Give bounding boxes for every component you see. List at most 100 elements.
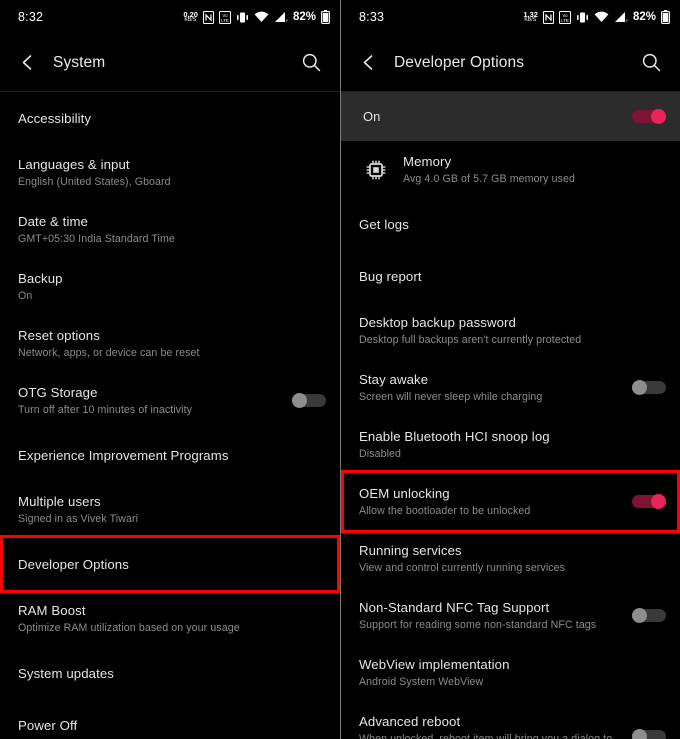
settings-row-toggle[interactable] — [632, 729, 666, 739]
switch-thumb — [651, 494, 666, 509]
wifi-icon — [254, 11, 269, 23]
volte-icon: Vo LTE — [558, 10, 571, 24]
settings-row-title: Backup — [18, 271, 63, 286]
settings-row[interactable]: RAM Boost Optimize RAM utilization based … — [0, 590, 340, 647]
settings-row-title: Reset options — [18, 328, 100, 343]
settings-row[interactable]: OEM unlocking Allow the bootloader to be … — [341, 473, 680, 530]
settings-row-text: Accessibility — [18, 110, 326, 127]
settings-row[interactable]: WebView implementation Android System Web… — [341, 644, 680, 701]
nfc-icon — [542, 10, 554, 24]
svg-text:R: R — [286, 18, 288, 23]
settings-row-title: OTG Storage — [18, 385, 98, 400]
settings-row[interactable]: Get logs — [341, 198, 680, 250]
signal-icon: R — [614, 11, 628, 23]
developer-options-master-toggle-row[interactable]: On — [341, 92, 680, 141]
settings-row-toggle[interactable] — [632, 608, 666, 623]
back-icon[interactable] — [14, 50, 40, 76]
settings-row[interactable]: Reset options Network, apps, or device ca… — [0, 315, 340, 372]
settings-row[interactable]: System updates — [0, 647, 340, 699]
settings-row[interactable]: OTG Storage Turn off after 10 minutes of … — [0, 372, 340, 429]
network-speed-unit: KB/S — [184, 17, 197, 23]
switch-thumb — [632, 380, 647, 395]
settings-row-text: Date & time GMT+05:30 India Standard Time — [18, 213, 326, 246]
settings-row-title: Power Off — [18, 717, 78, 733]
settings-list-right: Memory Avg 4.0 GB of 5.7 GB memory used Ge… — [341, 141, 680, 739]
master-toggle-label: On — [363, 109, 381, 124]
page-title: System — [53, 53, 106, 71]
switch-thumb — [292, 393, 307, 408]
settings-row-title: Advanced reboot — [359, 714, 461, 729]
status-time: 8:32 — [18, 10, 44, 24]
settings-row[interactable]: Date & time GMT+05:30 India Standard Time — [0, 201, 340, 258]
svg-text:LTE: LTE — [221, 18, 229, 23]
settings-row-subtitle: Support for reading some non-standard NF… — [359, 619, 597, 631]
status-bar-left: 8:32 0.20 KB/S Vo LTE R 82% — [0, 0, 340, 34]
search-icon[interactable] — [638, 50, 664, 76]
settings-row[interactable]: Advanced reboot When unlocked, reboot ite… — [341, 701, 680, 739]
settings-row-title: Multiple users — [18, 494, 101, 509]
settings-row[interactable]: Enable Bluetooth HCI snoop log Disabled — [341, 416, 680, 473]
settings-row[interactable]: Power Off — [0, 699, 340, 739]
settings-row[interactable]: Bug report — [341, 250, 680, 302]
settings-row[interactable]: Languages & input English (United States)… — [0, 144, 340, 201]
settings-row-text: Power Off — [18, 717, 326, 734]
settings-row[interactable]: Stay awake Screen will never sleep while … — [341, 359, 680, 416]
settings-row-subtitle: On — [18, 290, 33, 302]
network-speed-indicator: 1.32 KB/S — [523, 10, 538, 24]
settings-row[interactable]: Accessibility — [0, 92, 340, 144]
battery-percent-label: 82% — [292, 11, 316, 23]
back-icon[interactable] — [355, 50, 381, 76]
search-icon[interactable] — [298, 50, 324, 76]
settings-row-text: Developer Options — [18, 556, 326, 573]
settings-row-text: Multiple users Signed in as Vivek Tiwari — [18, 493, 326, 526]
settings-row-title: Non-Standard NFC Tag Support — [359, 600, 550, 615]
memory-chip-icon — [355, 159, 397, 181]
settings-row-title: Get logs — [359, 216, 409, 232]
left-phone-screen: 8:32 0.20 KB/S Vo LTE R 82% System Acces… — [0, 0, 340, 739]
settings-row-title: Languages & input — [18, 157, 130, 172]
settings-row-text: Reset options Network, apps, or device ca… — [18, 327, 326, 360]
settings-row-title: Date & time — [18, 214, 88, 229]
settings-row-subtitle: Android System WebView — [359, 676, 484, 688]
settings-row[interactable]: Memory Avg 4.0 GB of 5.7 GB memory used — [341, 141, 680, 198]
settings-row-title: Accessibility — [18, 110, 92, 126]
settings-row-text: Running services View and control current… — [359, 542, 666, 575]
settings-row-title: Running services — [359, 543, 462, 558]
settings-row-toggle[interactable] — [292, 393, 326, 408]
settings-row[interactable]: Multiple users Signed in as Vivek Tiwari — [0, 481, 340, 538]
settings-row[interactable]: Desktop backup password Desktop full back… — [341, 302, 680, 359]
status-bar-right: 8:33 1.32 KB/S Vo LTE 82% — [341, 0, 680, 34]
settings-row-subtitle: Optimize RAM utilization based on your u… — [18, 622, 240, 634]
app-bar-right: Developer Options — [341, 34, 680, 92]
settings-row-text: Languages & input English (United States)… — [18, 156, 326, 189]
settings-row-text: System updates — [18, 665, 326, 682]
switch-thumb — [632, 729, 647, 739]
settings-row-subtitle: Allow the bootloader to be unlocked — [359, 505, 531, 517]
settings-row-title: Bug report — [359, 268, 422, 284]
settings-row-title: RAM Boost — [18, 603, 86, 618]
status-time: 8:33 — [359, 10, 385, 24]
settings-row-title: Developer Options — [18, 556, 129, 572]
settings-row-toggle[interactable] — [632, 494, 666, 509]
volte-icon: Vo LTE — [218, 10, 231, 24]
settings-row-toggle[interactable] — [632, 380, 666, 395]
settings-row-subtitle: Turn off after 10 minutes of inactivity — [18, 404, 193, 416]
settings-row[interactable]: Running services View and control current… — [341, 530, 680, 587]
dual-screenshot-container: 8:32 0.20 KB/S Vo LTE R 82% System Acces… — [0, 0, 680, 739]
app-bar-left: System — [0, 34, 340, 92]
settings-row[interactable]: Developer Options — [0, 538, 340, 590]
network-speed-indicator: 0.20 KB/S — [183, 10, 198, 24]
settings-row[interactable]: Non-Standard NFC Tag Support Support for … — [341, 587, 680, 644]
settings-row-text: Bug report — [359, 268, 666, 285]
settings-row-text: Enable Bluetooth HCI snoop log Disabled — [359, 428, 666, 461]
settings-row[interactable]: Experience Improvement Programs — [0, 429, 340, 481]
settings-row[interactable]: Backup On — [0, 258, 340, 315]
settings-row-text: Advanced reboot When unlocked, reboot ite… — [359, 713, 622, 739]
settings-list-left: Accessibility Languages & input English (U… — [0, 92, 340, 739]
network-speed-unit: KB/S — [524, 17, 537, 23]
master-toggle-switch[interactable] — [632, 109, 666, 124]
page-title: Developer Options — [394, 53, 525, 71]
signal-icon: R — [274, 11, 288, 23]
settings-row-text: Stay awake Screen will never sleep while … — [359, 371, 622, 404]
settings-row-subtitle: Avg 4.0 GB of 5.7 GB memory used — [403, 173, 575, 185]
